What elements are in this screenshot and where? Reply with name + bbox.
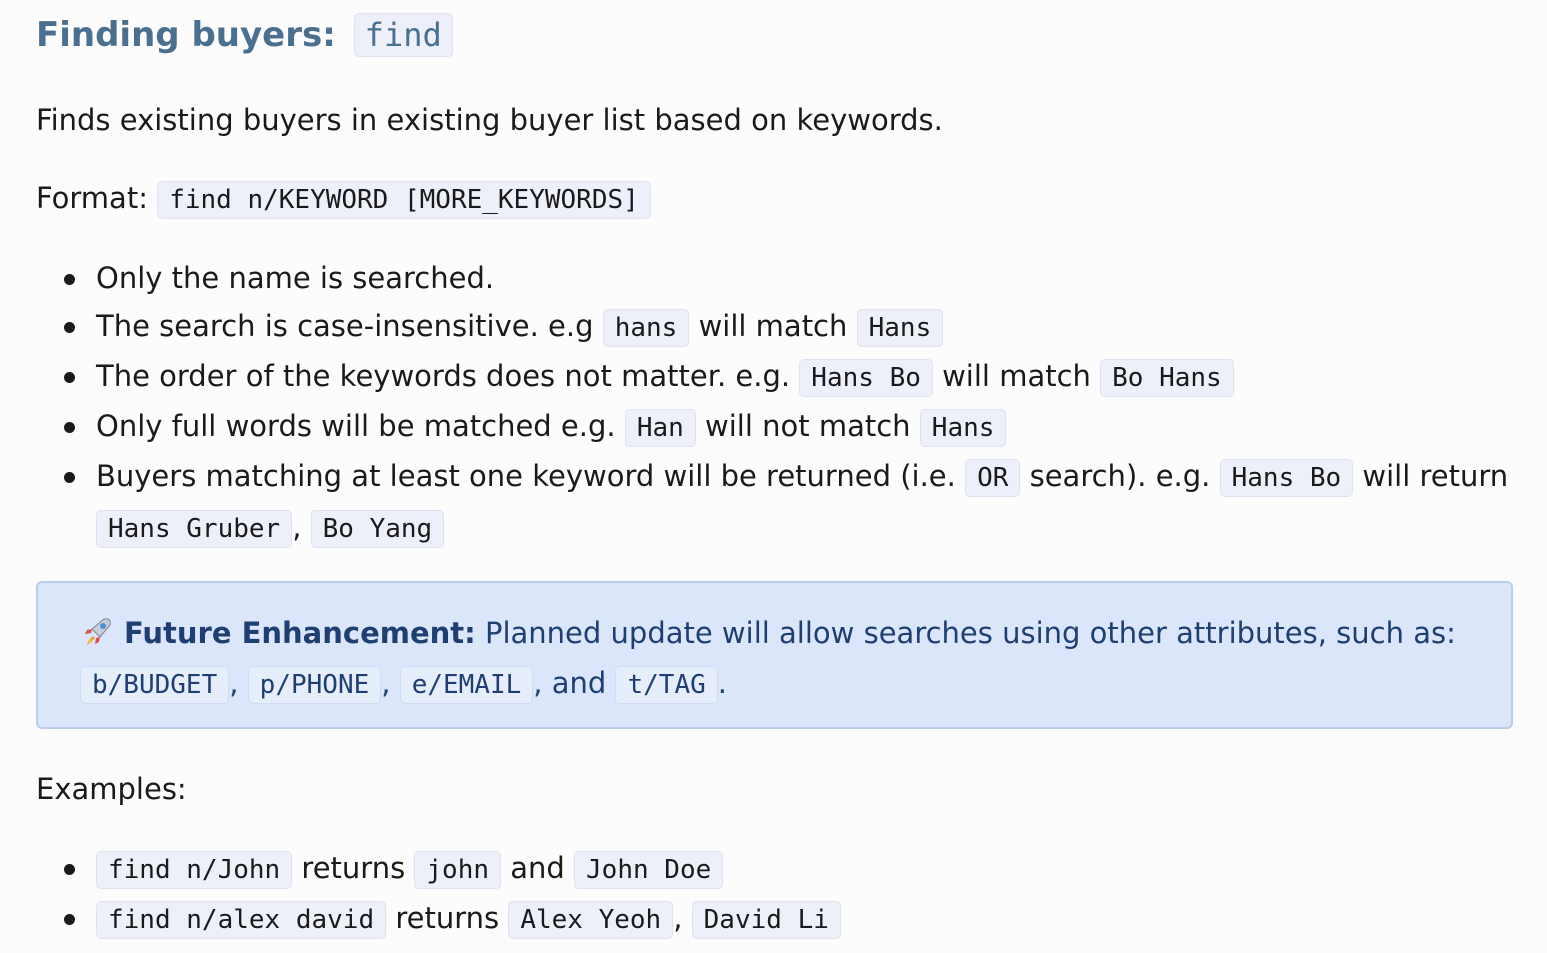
bullet xyxy=(64,422,75,433)
rule-code: Hans Bo xyxy=(1219,459,1354,497)
future-enhancement-callout: Future Enhancement: Planned update will … xyxy=(36,581,1513,729)
example-command: find n/John xyxy=(96,851,293,889)
rule-text: Buyers matching at least one keyword wil… xyxy=(96,459,956,493)
examples-label: Examples: xyxy=(36,772,187,806)
example-command: find n/alex david xyxy=(96,901,387,939)
separator: , xyxy=(292,510,302,544)
heading-title: Finding buyers: xyxy=(36,15,336,55)
separator: , xyxy=(673,901,683,935)
rule-text: will not match xyxy=(705,409,911,443)
rule-code: Hans xyxy=(856,309,944,347)
example-text: returns xyxy=(395,901,500,935)
example-result: David Li xyxy=(691,901,841,939)
rule-code: Hans Gruber xyxy=(96,510,293,548)
format-syntax: find n/KEYWORD [MORE_KEYWORDS] xyxy=(157,181,651,219)
rule-code: Hans xyxy=(919,409,1007,447)
rule-text: search). e.g. xyxy=(1029,459,1211,493)
list-item: find n/alex david returns Alex Yeoh, Dav… xyxy=(64,898,841,940)
rule-code: OR xyxy=(965,459,1021,497)
rule-code: Bo Hans xyxy=(1100,359,1234,397)
list-item: Only the name is searched. xyxy=(64,258,495,298)
example-text: and xyxy=(510,851,565,885)
bullet xyxy=(64,914,75,925)
separator: , xyxy=(229,666,239,700)
bullet xyxy=(64,322,75,333)
format-label: Format: xyxy=(36,181,148,215)
bullet xyxy=(64,372,75,383)
rule-text: The search is case-insensitive. e.g xyxy=(96,309,594,343)
example-result: John Doe xyxy=(574,851,724,889)
callout-title: Future Enhancement: xyxy=(124,616,476,650)
bullet xyxy=(64,472,75,483)
description: Finds existing buyers in existing buyer … xyxy=(36,103,943,137)
format-line: Format: find n/KEYWORD [MORE_KEYWORDS] xyxy=(36,178,651,220)
rule-text: The order of the keywords does not matte… xyxy=(96,359,791,393)
example-text: returns xyxy=(301,851,406,885)
list-item: find n/John returns john and John Doe xyxy=(64,848,724,890)
separator: , xyxy=(381,666,391,700)
rule-code: hans xyxy=(602,309,690,347)
rule-code: Bo Yang xyxy=(310,510,445,548)
list-item-continuation: Hans Gruber, Bo Yang xyxy=(96,507,445,549)
list-item: The order of the keywords does not matte… xyxy=(64,356,1234,398)
rule-text: will return xyxy=(1362,459,1509,493)
section-heading: Finding buyers: find xyxy=(36,10,453,60)
period: . xyxy=(717,666,727,700)
attribute-code: b/BUDGET xyxy=(80,666,230,704)
attribute-code: e/EMAIL xyxy=(399,666,534,704)
callout-line: b/BUDGET, p/PHONE, e/EMAIL, and t/TAG. xyxy=(80,663,727,705)
heading-command: find xyxy=(353,13,453,57)
rule-text: Only full words will be matched e.g. xyxy=(96,409,616,443)
rule-text: Only the name is searched. xyxy=(96,261,495,295)
bullet xyxy=(64,864,75,875)
callout-text: Planned update will allow searches using… xyxy=(484,616,1456,650)
example-result: Alex Yeoh xyxy=(508,901,674,939)
attribute-code: p/PHONE xyxy=(247,666,382,704)
list-item: The search is case-insensitive. e.g hans… xyxy=(64,306,944,348)
rule-code: Han xyxy=(624,409,696,447)
example-result: john xyxy=(414,851,502,889)
rule-code: Hans Bo xyxy=(799,359,933,397)
and-text: , and xyxy=(533,666,607,700)
attribute-code: t/TAG xyxy=(615,666,718,704)
bullet xyxy=(64,274,75,285)
rocket-icon xyxy=(85,618,111,645)
callout-line: Future Enhancement: Planned update will … xyxy=(82,613,1456,653)
list-item: Buyers matching at least one keyword wil… xyxy=(64,456,1509,498)
rule-text: will match xyxy=(698,309,848,343)
list-item: Only full words will be matched e.g. Han… xyxy=(64,406,1007,448)
rule-text: will match xyxy=(942,359,1091,393)
